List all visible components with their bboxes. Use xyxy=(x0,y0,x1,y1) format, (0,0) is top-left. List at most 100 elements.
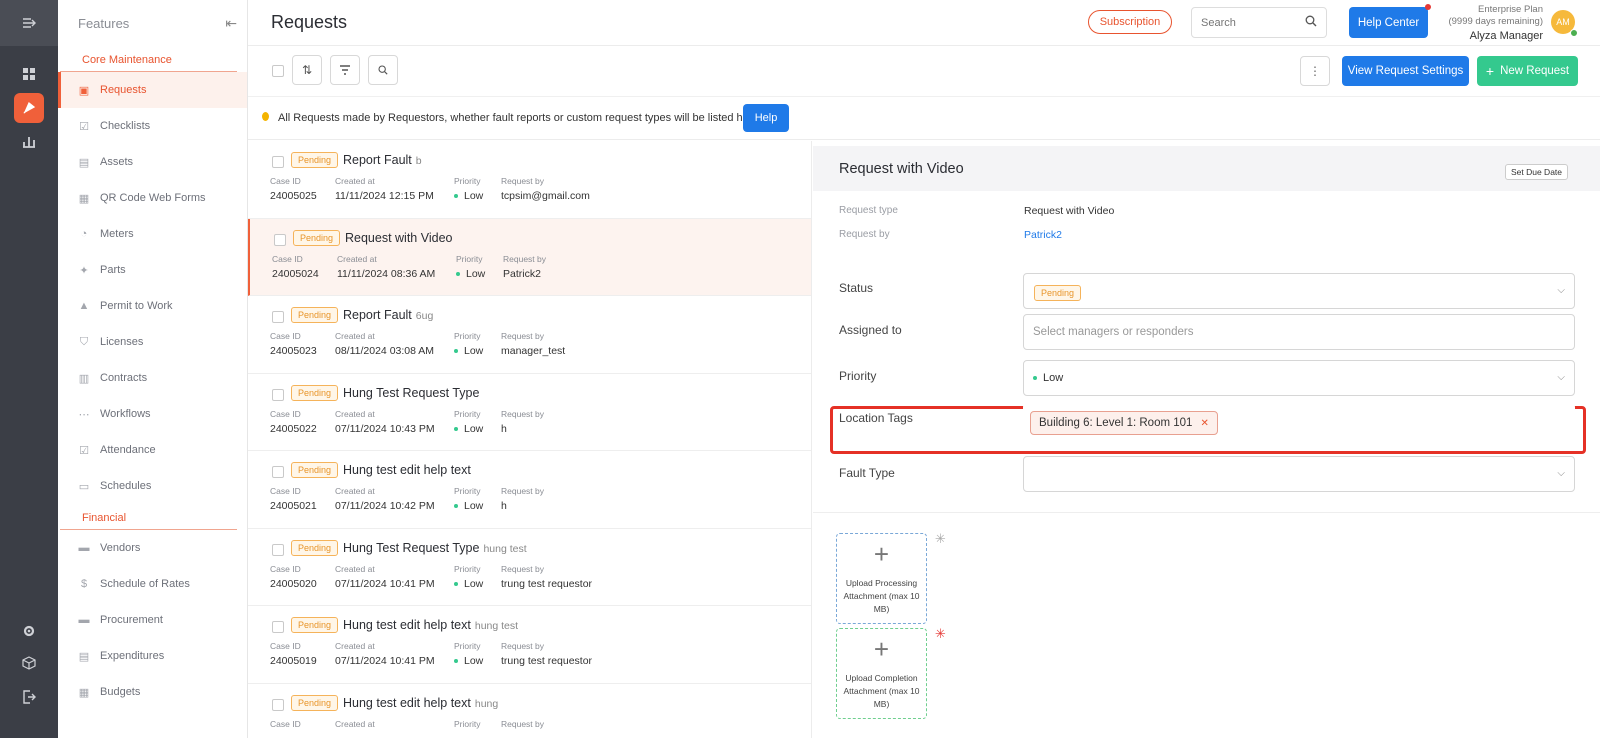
sidebar-item-schedules[interactable]: ▭ Schedules xyxy=(58,468,247,504)
rocket-icon[interactable] xyxy=(14,93,44,123)
sort-button[interactable]: ⇅ xyxy=(292,55,322,85)
list-item[interactable]: Pending Hung test edit help text hung Case… xyxy=(248,684,811,738)
created-at-value: 08/11/2024 03:08 AM xyxy=(335,345,435,357)
sidebar-item-contracts[interactable]: ▥ Contracts xyxy=(58,360,247,396)
created-at-value: 07/11/2024 10:43 PM xyxy=(335,422,435,435)
sort-icon: ⇅ xyxy=(301,63,313,77)
sidebar-item-meters[interactable]: ◔ Meters xyxy=(58,216,247,252)
list-item[interactable]: Pending Report Fault b Case ID 24005025 Crea… xyxy=(248,141,811,219)
case-id-value: 24005019 xyxy=(270,655,317,667)
sidebar-item-vendors[interactable]: ▬ Vendors xyxy=(58,530,247,566)
menu-toggle[interactable] xyxy=(0,0,58,46)
filter-button[interactable] xyxy=(330,55,360,85)
upload-processing-attachment[interactable]: + Upload Processing Attachment (max 10 M… xyxy=(836,533,927,624)
view-request-settings-button[interactable]: View Request Settings xyxy=(1342,56,1469,86)
asset-icon: ▤ xyxy=(78,156,90,169)
priority-value: Low xyxy=(454,655,483,667)
row-checkbox[interactable] xyxy=(272,466,284,478)
search-icon[interactable] xyxy=(1305,15,1317,30)
collapse-sidebar-icon[interactable]: ⇤ xyxy=(225,15,237,32)
more-options-button[interactable]: ⋮ xyxy=(1300,56,1330,86)
sidebar-item-budgets[interactable]: ▦ Budgets xyxy=(58,674,247,710)
column-label: Created at xyxy=(335,718,375,729)
row-checkbox[interactable] xyxy=(272,621,284,633)
list-item[interactable]: Pending Report Fault 6ug Case ID 24005023 Cr… xyxy=(248,296,811,374)
sidebar-item-licenses[interactable]: ⛉ Licenses xyxy=(58,324,247,360)
created-at-value: 07/11/2024 10:42 PM xyxy=(335,500,435,512)
status-select[interactable]: Pending ⌵ xyxy=(1023,273,1575,309)
sidebar-item-label: Assets xyxy=(100,156,134,168)
request-by-link[interactable]: Patrick2 xyxy=(1024,229,1062,241)
sidebar-item-parts[interactable]: ✦ Parts xyxy=(58,252,247,288)
row-checkbox[interactable] xyxy=(272,156,284,168)
user-name: Alyza Manager xyxy=(1469,30,1543,42)
column-label: Priority xyxy=(454,408,481,419)
dashboard-icon[interactable] xyxy=(14,59,44,89)
logout-icon[interactable] xyxy=(14,682,44,712)
detail-header: Request with Video Set Due Date xyxy=(813,146,1600,191)
request-subtitle: 6ug xyxy=(415,310,434,322)
row-checkbox[interactable] xyxy=(274,233,286,246)
request-subtitle: hung xyxy=(474,697,499,710)
status-badge: Pending xyxy=(291,462,339,478)
sidebar-item-requests[interactable]: ▣ Requests xyxy=(58,72,247,108)
priority-dot-icon xyxy=(454,426,458,431)
row-checkbox[interactable] xyxy=(272,388,284,401)
chevron-down-icon: ⌵ xyxy=(1557,372,1565,383)
analytics-icon[interactable] xyxy=(14,126,44,156)
sidebar-item-checklists[interactable]: ☑ Checklists xyxy=(58,108,247,144)
column-label: Created at xyxy=(335,641,375,651)
priority-select[interactable]: Low ⌵ xyxy=(1023,360,1575,396)
meter-icon: ◔ xyxy=(80,228,88,240)
sidebar-item-label: Attendance xyxy=(100,444,156,456)
fault-type-select[interactable]: ⌵ xyxy=(1023,456,1575,492)
help-center-button[interactable]: Help Center xyxy=(1349,7,1428,38)
row-checkbox[interactable] xyxy=(272,698,284,711)
priority-value: Low xyxy=(454,423,483,435)
sidebar-item-schedule-of-rates[interactable]: $ Schedule of Rates xyxy=(58,566,247,602)
workflow-icon: ⋯ xyxy=(78,408,90,421)
budget-icon: ▦ xyxy=(78,686,90,699)
new-request-button[interactable]: + New Request xyxy=(1477,56,1578,86)
sidebar-item-procurement[interactable]: ▬ Procurement xyxy=(58,602,247,638)
priority-dot-icon xyxy=(454,349,458,354)
column-label: Case ID xyxy=(270,563,301,574)
info-text: All Requests made by Requestors, whether… xyxy=(278,112,762,124)
sidebar-item-permit-to-work[interactable]: ▲ Permit to Work xyxy=(58,288,247,324)
remove-tag-icon[interactable]: ✕ xyxy=(1200,418,1208,429)
help-button[interactable]: Help xyxy=(743,104,789,132)
created-at-value: 11/11/2024 08:36 AM xyxy=(337,267,436,280)
select-all-checkbox[interactable] xyxy=(272,65,284,77)
set-due-date-button[interactable]: Set Due Date xyxy=(1505,164,1568,180)
location-tag: Building 6: Level 1: Room 101 ✕ xyxy=(1030,411,1218,435)
settings-gear-icon[interactable] xyxy=(14,616,44,646)
list-item[interactable]: Pending Hung Test Request Type hung test C… xyxy=(248,529,811,606)
sidebar-item-expenditures[interactable]: ▤ Expenditures xyxy=(58,638,247,674)
sidebar-item-label: Parts xyxy=(100,264,126,276)
subscription-button[interactable]: Subscription xyxy=(1088,10,1172,34)
plus-icon: + xyxy=(873,539,890,569)
vendor-icon: ▬ xyxy=(78,542,90,554)
lightbulb-icon xyxy=(262,112,269,121)
sidebar-item-workflows[interactable]: ⋯ Workflows xyxy=(58,396,247,432)
list-item[interactable]: Pending Hung Test Request Type Case ID 240… xyxy=(248,374,811,451)
list-search-button[interactable] xyxy=(368,55,398,85)
status-badge: Pending xyxy=(1034,285,1082,301)
sidebar-item-label: Procurement xyxy=(100,614,163,626)
assigned-to-field[interactable]: Select managers or responders xyxy=(1023,314,1575,350)
sidebar-item-qr-code-web-forms[interactable]: ▦ QR Code Web Forms xyxy=(58,180,247,216)
upload-completion-attachment[interactable]: + Upload Completion Attachment (max 10 M… xyxy=(836,628,927,719)
sidebar-item-assets[interactable]: ▤ Assets xyxy=(58,144,247,180)
features-header: Features ⇤ xyxy=(58,0,247,46)
search-input[interactable] xyxy=(1192,8,1292,37)
sidebar-item-attendance[interactable]: ☑ Attendance xyxy=(58,432,247,468)
list-item[interactable]: Pending Request with Video Case ID 2400502… xyxy=(248,218,811,296)
row-checkbox[interactable] xyxy=(272,543,284,556)
list-item[interactable]: Pending Hung test edit help text Case ID 2… xyxy=(248,451,811,529)
location-tags-field[interactable]: Building 6: Level 1: Room 101 ✕ xyxy=(1023,403,1575,441)
row-checkbox[interactable] xyxy=(272,311,284,323)
cube-icon[interactable] xyxy=(14,648,44,678)
request-title: Hung test edit help text xyxy=(343,463,471,477)
parts-icon: ✦ xyxy=(79,264,89,277)
list-item[interactable]: Pending Hung test edit help text hung tes… xyxy=(248,606,811,684)
